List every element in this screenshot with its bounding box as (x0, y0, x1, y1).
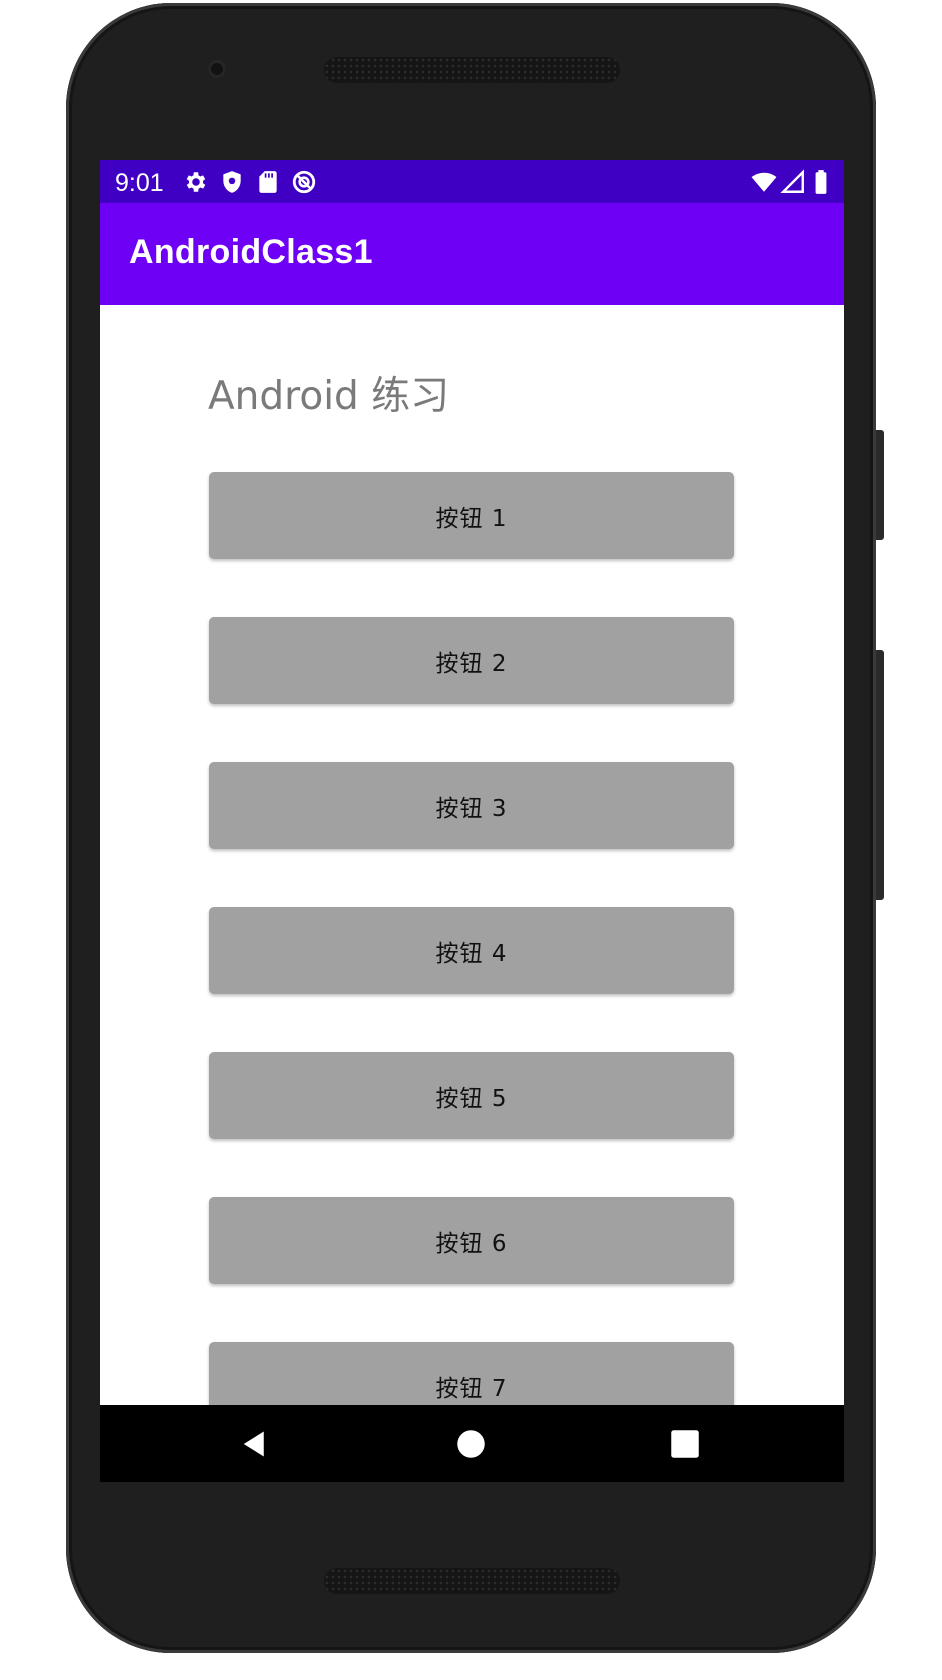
back-icon[interactable] (240, 1429, 270, 1459)
button-7-label: 按钮 7 (435, 1375, 508, 1402)
power-button (876, 430, 884, 540)
bottom-speaker (324, 1568, 620, 1594)
status-bar: 9:01 (100, 160, 844, 203)
button-1[interactable]: 按钮 1 (209, 472, 734, 559)
recents-icon[interactable] (670, 1429, 700, 1459)
app-bar: AndroidClass1 (100, 203, 844, 305)
app-title: AndroidClass1 (129, 233, 373, 271)
status-time: 9:01 (115, 169, 164, 197)
top-speaker (324, 57, 620, 83)
do-not-disturb-icon (292, 170, 316, 194)
page-heading: Android 练习 (208, 374, 450, 419)
volume-button (876, 650, 884, 900)
button-3[interactable]: 按钮 3 (209, 762, 734, 849)
main-content[interactable]: Android 练习 按钮 1 按钮 2 按钮 3 按钮 4 按钮 5 按钮 6… (100, 305, 844, 1405)
button-4-label: 按钮 4 (435, 940, 508, 967)
home-icon[interactable] (456, 1429, 486, 1459)
button-5[interactable]: 按钮 5 (209, 1052, 734, 1139)
signal-icon (780, 169, 804, 193)
wifi-icon (751, 172, 777, 192)
button-4[interactable]: 按钮 4 (209, 907, 734, 994)
button-2[interactable]: 按钮 2 (209, 617, 734, 704)
front-camera (208, 60, 226, 78)
button-1-label: 按钮 1 (435, 505, 508, 532)
button-5-label: 按钮 5 (435, 1085, 508, 1112)
sd-card-icon (259, 171, 277, 193)
battery-icon (815, 170, 827, 194)
button-3-label: 按钮 3 (435, 795, 508, 822)
button-2-label: 按钮 2 (435, 650, 508, 677)
screen: 9:01 AndroidClass1 Android 练习 按钮 1 按钮 2 … (100, 160, 844, 1482)
button-7[interactable]: 按钮 7 (209, 1342, 734, 1405)
settings-icon (186, 172, 206, 192)
navigation-bar (100, 1405, 844, 1482)
shield-icon (223, 171, 241, 193)
button-6[interactable]: 按钮 6 (209, 1197, 734, 1284)
canvas: 9:01 AndroidClass1 Android 练习 按钮 1 按钮 2 … (0, 0, 942, 1680)
button-6-label: 按钮 6 (435, 1230, 508, 1257)
